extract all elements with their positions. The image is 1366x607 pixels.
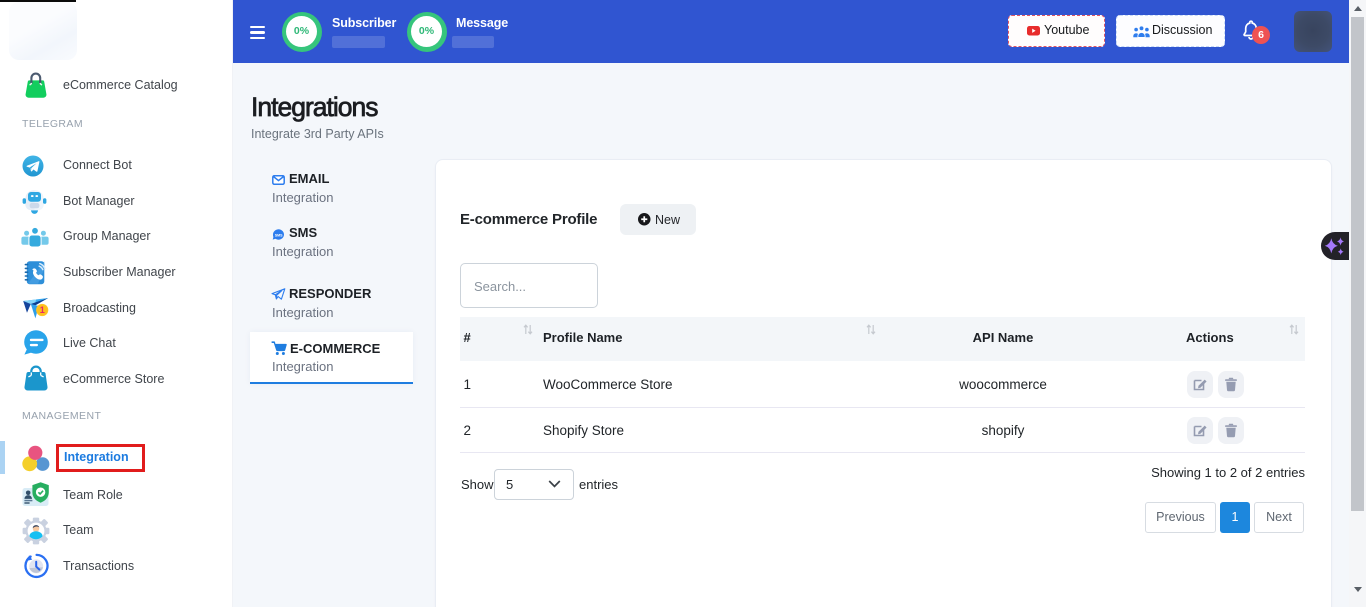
svg-text:1: 1 [39, 305, 44, 315]
svg-text:SMS: SMS [275, 234, 283, 238]
